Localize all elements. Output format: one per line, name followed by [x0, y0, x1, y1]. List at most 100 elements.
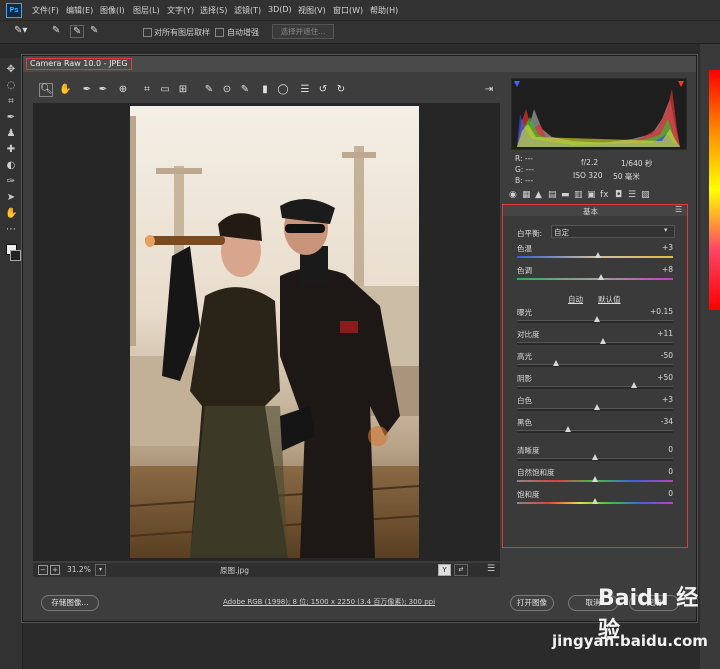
- blacks-slider-track[interactable]: [517, 430, 673, 433]
- effects-tab-icon[interactable]: fx: [600, 190, 609, 200]
- auto-button[interactable]: 自动: [568, 294, 583, 305]
- tint-value[interactable]: +8: [643, 265, 673, 274]
- menu-edit[interactable]: 编辑(E): [66, 5, 93, 16]
- workflow-options-link[interactable]: Adobe RGB (1998); 8 位; 1500 x 2250 (3.4 …: [223, 597, 435, 607]
- menu-view[interactable]: 视图(V): [298, 5, 326, 16]
- swap-icon[interactable]: ⇄: [454, 564, 468, 576]
- radial-filter-icon[interactable]: ◯: [277, 84, 289, 96]
- temp-slider-thumb[interactable]: [595, 252, 602, 258]
- blacks-slider-thumb[interactable]: [565, 426, 572, 432]
- tone-curve-tab-icon[interactable]: ▦: [522, 190, 531, 200]
- pen-tool-icon[interactable]: ✑: [5, 176, 17, 188]
- zoom-tool-icon[interactable]: 🔍︎: [39, 83, 53, 97]
- exposure-slider-thumb[interactable]: [593, 316, 600, 322]
- menu-filter[interactable]: 滤镜(T): [234, 5, 261, 16]
- healing-tool-icon[interactable]: ✚: [5, 144, 17, 156]
- preferences-icon[interactable]: ☰: [299, 84, 311, 96]
- image-preview[interactable]: [33, 103, 500, 561]
- spot-removal-icon[interactable]: ✎: [203, 84, 215, 96]
- stamp-tool-icon[interactable]: ♟: [5, 128, 17, 140]
- shadow-clip-icon[interactable]: [514, 81, 520, 87]
- menu-layer[interactable]: 图层(L): [133, 5, 160, 16]
- highlights-value[interactable]: -50: [643, 351, 673, 360]
- rotate-right-icon[interactable]: ↻: [335, 84, 347, 96]
- dodge-tool-icon[interactable]: ◐: [5, 160, 17, 172]
- highlight-clip-icon[interactable]: [678, 81, 684, 87]
- vibrance-slider-thumb[interactable]: [592, 476, 598, 482]
- open-image-button[interactable]: 打开图像: [510, 595, 554, 611]
- adjustment-brush-icon[interactable]: ✎: [239, 84, 251, 96]
- white-balance-tool-icon[interactable]: ✒: [81, 84, 93, 96]
- sliders-settings-icon[interactable]: ☰: [485, 564, 497, 574]
- tint-slider-track[interactable]: [517, 278, 673, 280]
- hsl-tab-icon[interactable]: ▤: [548, 190, 557, 200]
- hand-tool-icon[interactable]: ✋: [5, 208, 17, 220]
- whites-slider-thumb[interactable]: [593, 404, 600, 410]
- before-after-y-icon[interactable]: Y: [438, 564, 451, 576]
- tint-slider-thumb[interactable]: [598, 274, 605, 280]
- straighten-tool-icon[interactable]: ▭: [159, 84, 171, 96]
- menu-image[interactable]: 图像(I): [100, 5, 125, 16]
- path-select-tool-icon[interactable]: ➤: [5, 192, 17, 204]
- color-spectrum[interactable]: [709, 70, 720, 310]
- highlights-slider-track[interactable]: [517, 364, 673, 367]
- snapshots-tab-icon[interactable]: ▧: [641, 190, 650, 200]
- exposure-value[interactable]: +0.15: [643, 307, 673, 316]
- temp-value[interactable]: +3: [643, 243, 673, 252]
- sample-all-checkbox[interactable]: [143, 28, 152, 37]
- presets-tab-icon[interactable]: ☰: [628, 190, 636, 200]
- color-sampler-icon[interactable]: ✒: [97, 84, 109, 96]
- select-and-mask-button[interactable]: 选择并遮住...: [272, 24, 334, 39]
- menu-select[interactable]: 选择(S): [200, 5, 227, 16]
- white-balance-select[interactable]: 自定 ▾: [551, 225, 675, 238]
- contrast-value[interactable]: +11: [643, 329, 673, 338]
- red-eye-icon[interactable]: ⊙: [221, 84, 233, 96]
- whites-value[interactable]: +3: [643, 395, 673, 404]
- lasso-tool-icon[interactable]: ◌: [5, 80, 17, 92]
- menu-type[interactable]: 文字(Y): [167, 5, 194, 16]
- auto-enhance-checkbox[interactable]: [215, 28, 224, 37]
- transform-tool-icon[interactable]: ⊞: [177, 84, 189, 96]
- detail-tab-icon[interactable]: ▲: [535, 190, 542, 200]
- fullscreen-icon[interactable]: ⇥: [483, 84, 495, 96]
- menu-3d[interactable]: 3D(D): [268, 5, 292, 14]
- quick-select-icon[interactable]: ✎▾: [14, 25, 27, 36]
- rotate-left-icon[interactable]: ↺: [317, 84, 329, 96]
- more-tools-icon[interactable]: ⋯: [5, 224, 17, 236]
- clarity-value[interactable]: 0: [643, 445, 673, 454]
- brush-add-icon[interactable]: ✎: [70, 25, 85, 38]
- zoom-level[interactable]: 31.2%: [67, 565, 91, 574]
- split-toning-tab-icon[interactable]: ▬: [561, 190, 570, 200]
- basic-tab-icon[interactable]: ◉: [509, 190, 517, 200]
- contrast-slider-thumb[interactable]: [599, 338, 606, 344]
- zoom-out-button[interactable]: −: [38, 565, 48, 575]
- vibrance-value[interactable]: 0: [643, 467, 673, 476]
- contrast-slider-track[interactable]: [517, 342, 673, 345]
- move-tool-icon[interactable]: ✥: [5, 64, 17, 76]
- saturation-slider-thumb[interactable]: [592, 498, 598, 504]
- highlights-slider-thumb[interactable]: [553, 360, 559, 366]
- panel-menu-icon[interactable]: ☰: [675, 205, 682, 214]
- shadows-slider-track[interactable]: [517, 386, 673, 389]
- eyedropper-tool-icon[interactable]: ✒: [5, 112, 17, 124]
- hand-tool-icon[interactable]: ✋: [59, 84, 71, 96]
- calibration-tab-icon[interactable]: ◘: [615, 190, 622, 200]
- crop-tool-icon[interactable]: ⌗: [141, 84, 153, 96]
- shadows-slider-thumb[interactable]: [631, 382, 637, 388]
- lens-tab-icon[interactable]: ▥: [574, 190, 583, 200]
- zoom-in-button[interactable]: +: [50, 565, 60, 575]
- crop-tool-icon[interactable]: ⌗: [5, 96, 17, 108]
- graduated-filter-icon[interactable]: ▮: [259, 84, 271, 96]
- brush-new-icon[interactable]: ✎: [52, 25, 60, 36]
- shadows-value[interactable]: +50: [643, 373, 673, 382]
- default-button[interactable]: 默认值: [598, 294, 621, 305]
- menu-help[interactable]: 帮助(H): [370, 5, 398, 16]
- background-color-swatch[interactable]: [10, 250, 21, 261]
- transform-tab-icon[interactable]: ▣: [587, 190, 596, 200]
- menu-file[interactable]: 文件(F): [32, 5, 59, 16]
- clarity-slider-thumb[interactable]: [592, 454, 598, 460]
- blacks-value[interactable]: -34: [643, 417, 673, 426]
- saturation-value[interactable]: 0: [643, 489, 673, 498]
- targeted-adjust-icon[interactable]: ⊕: [117, 84, 129, 96]
- save-image-button[interactable]: 存储图像...: [41, 595, 99, 611]
